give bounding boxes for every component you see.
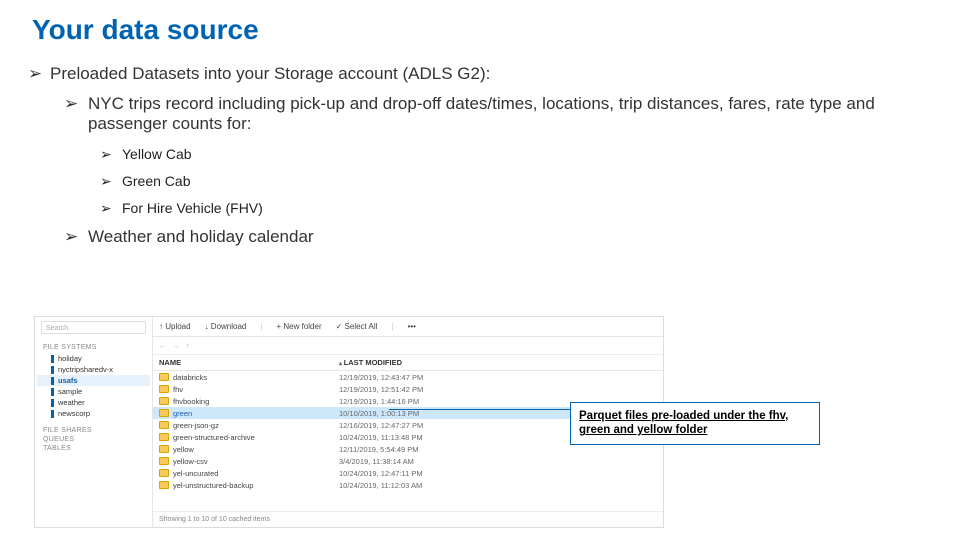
bullet-l3-yellow-text: Yellow Cab [122, 146, 192, 163]
bullet-l2-weather: ➢ Weather and holiday calendar [64, 227, 932, 247]
bullet-l3-fhv: ➢ For Hire Vehicle (FHV) [100, 200, 932, 217]
breadcrumb: ← → ↑ [153, 337, 663, 355]
table-row[interactable]: yellow12/11/2019, 5:54:49 PM [153, 443, 663, 455]
bullet-icon: ➢ [64, 227, 88, 247]
folder-icon [159, 421, 169, 429]
container-icon [51, 388, 54, 396]
sidebar-item[interactable]: holiday [37, 353, 150, 364]
bullet-l3-fhv-text: For Hire Vehicle (FHV) [122, 200, 263, 217]
callout-leader-line [389, 409, 570, 410]
status-footer: Showing 1 to 10 of 10 cached items [153, 511, 663, 527]
search-input[interactable]: Search [41, 321, 146, 334]
container-icon [51, 355, 54, 363]
side-group-fileshares: FILE SHARES [37, 427, 150, 436]
folder-icon [159, 469, 169, 477]
folder-icon [159, 433, 169, 441]
upload-button[interactable]: ↑ Upload [159, 322, 191, 331]
folder-icon [159, 481, 169, 489]
col-modified[interactable]: LAST MODIFIED [333, 358, 663, 367]
folder-icon [159, 457, 169, 465]
new-folder-button[interactable]: + New folder [276, 322, 321, 331]
bullet-icon: ➢ [28, 64, 50, 84]
select-all-button[interactable]: ✓ Select All [336, 322, 378, 331]
separator: | [391, 322, 393, 331]
bullet-l2-nyc-text: NYC trips record including pick-up and d… [88, 94, 932, 134]
sidebar-item-selected[interactable]: usafs [37, 375, 150, 386]
side-group-filesystems: FILE SYSTEMS [37, 344, 150, 353]
bullet-l3-yellow: ➢ Yellow Cab [100, 146, 932, 163]
up-icon[interactable]: ↑ [186, 341, 190, 350]
sidebar-item[interactable]: newscorp [37, 408, 150, 419]
container-icon [51, 410, 54, 418]
callout-box: Parquet files pre-loaded under the fhv, … [570, 402, 820, 445]
bullet-icon: ➢ [100, 173, 122, 190]
side-group-tables: TABLES [37, 445, 150, 454]
table-row[interactable]: fhv12/19/2019, 12:51:42 PM [153, 383, 663, 395]
explorer-toolbar: ↑ Upload ↓ Download | + New folder ✓ Sel… [153, 317, 663, 337]
side-group-queues: QUEUES [37, 436, 150, 445]
download-button[interactable]: ↓ Download [205, 322, 247, 331]
slide-title: Your data source [32, 14, 932, 46]
folder-icon [159, 445, 169, 453]
folder-icon [159, 397, 169, 405]
bullet-l3-green-text: Green Cab [122, 173, 190, 190]
col-name[interactable]: NAME [153, 358, 333, 367]
bullet-l1-text: Preloaded Datasets into your Storage acc… [50, 64, 490, 84]
bullet-icon: ➢ [100, 146, 122, 163]
container-icon [51, 366, 54, 374]
folder-icon [159, 409, 169, 417]
sidebar-item[interactable]: weather [37, 397, 150, 408]
folder-icon [159, 373, 169, 381]
container-icon [51, 377, 54, 385]
table-row[interactable]: yel-unstructured-backup10/24/2019, 11:12… [153, 479, 663, 491]
sidebar-item[interactable]: sample [37, 386, 150, 397]
separator: | [260, 322, 262, 331]
sidebar-item[interactable]: nyctripsharedv-x [37, 364, 150, 375]
bullet-l1: ➢ Preloaded Datasets into your Storage a… [28, 64, 932, 84]
table-row[interactable]: yel-uncurated10/24/2019, 12:47:11 PM [153, 467, 663, 479]
bullet-l3-green: ➢ Green Cab [100, 173, 932, 190]
forward-icon[interactable]: → [173, 341, 181, 350]
bullet-l2-weather-text: Weather and holiday calendar [88, 227, 314, 247]
folder-icon [159, 385, 169, 393]
back-icon[interactable]: ← [159, 341, 167, 350]
more-button[interactable]: ••• [408, 322, 416, 331]
bullet-l2-nyc: ➢ NYC trips record including pick-up and… [64, 94, 932, 134]
bullet-icon: ➢ [100, 200, 122, 217]
column-headers: NAME LAST MODIFIED [153, 355, 663, 371]
bullet-icon: ➢ [64, 94, 88, 134]
explorer-sidebar: Search FILE SYSTEMS holiday nyctripshare… [35, 317, 153, 527]
table-row[interactable]: yellow-csv3/4/2019, 11:38:14 AM [153, 455, 663, 467]
table-row[interactable]: databricks12/19/2019, 12:43:47 PM [153, 371, 663, 383]
container-icon [51, 399, 54, 407]
